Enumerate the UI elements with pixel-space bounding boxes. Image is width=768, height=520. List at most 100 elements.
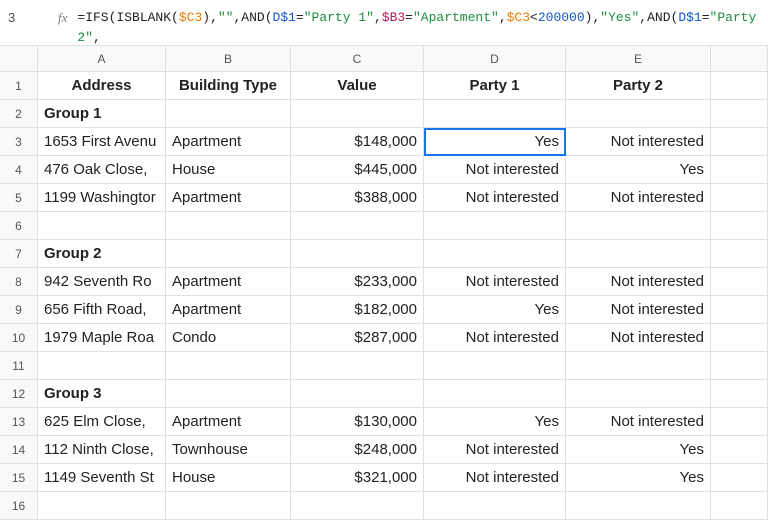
group-label[interactable]: Group 1 bbox=[38, 100, 166, 128]
cell-empty[interactable] bbox=[424, 240, 566, 268]
row-header[interactable]: 2 bbox=[0, 100, 38, 128]
row-header[interactable]: 15 bbox=[0, 464, 38, 492]
cell-empty[interactable] bbox=[711, 324, 768, 352]
cell-party-1[interactable]: Not interested bbox=[424, 464, 566, 492]
cell-building-type[interactable]: Apartment bbox=[166, 128, 291, 156]
row-header[interactable]: 3 bbox=[0, 128, 38, 156]
cell-address[interactable]: 1979 Maple Roa bbox=[38, 324, 166, 352]
cell-address[interactable]: 1199 Washingtor bbox=[38, 184, 166, 212]
cell-address[interactable]: 625 Elm Close, bbox=[38, 408, 166, 436]
cell-empty[interactable] bbox=[38, 352, 166, 380]
cell-party-1[interactable]: Not interested bbox=[424, 268, 566, 296]
row-header[interactable]: 10 bbox=[0, 324, 38, 352]
cell-party-2[interactable]: Not interested bbox=[566, 128, 711, 156]
row-header[interactable]: 14 bbox=[0, 436, 38, 464]
cell-address[interactable]: 1149 Seventh St bbox=[38, 464, 166, 492]
header-building-type[interactable]: Building Type bbox=[166, 72, 291, 100]
cell-party-2[interactable]: Not interested bbox=[566, 184, 711, 212]
cell-value[interactable]: $388,000 bbox=[291, 184, 424, 212]
cell-party-2[interactable]: Yes bbox=[566, 464, 711, 492]
cell-value[interactable]: $182,000 bbox=[291, 296, 424, 324]
cell-empty[interactable] bbox=[711, 72, 768, 100]
cell-empty[interactable] bbox=[291, 212, 424, 240]
name-box[interactable]: 3 bbox=[0, 6, 48, 29]
cell-empty[interactable] bbox=[566, 352, 711, 380]
cell-empty[interactable] bbox=[166, 212, 291, 240]
row-header[interactable]: 5 bbox=[0, 184, 38, 212]
row-header[interactable]: 8 bbox=[0, 268, 38, 296]
cell-party-1[interactable]: Not interested bbox=[424, 436, 566, 464]
cell-empty[interactable] bbox=[566, 100, 711, 128]
cell-empty[interactable] bbox=[711, 184, 768, 212]
cell-party-1[interactable]: Not interested bbox=[424, 156, 566, 184]
cell-party-2[interactable]: Not interested bbox=[566, 408, 711, 436]
header-party-2[interactable]: Party 2 bbox=[566, 72, 711, 100]
cell-empty[interactable] bbox=[711, 296, 768, 324]
cell-party-1[interactable]: Yes bbox=[424, 408, 566, 436]
cell-empty[interactable] bbox=[291, 240, 424, 268]
cell-empty[interactable] bbox=[711, 268, 768, 296]
row-header[interactable]: 1 bbox=[0, 72, 38, 100]
cell-empty[interactable] bbox=[566, 240, 711, 268]
select-all-corner[interactable] bbox=[0, 46, 38, 72]
cell-building-type[interactable]: Apartment bbox=[166, 268, 291, 296]
cell-empty[interactable] bbox=[711, 156, 768, 184]
cell-empty[interactable] bbox=[711, 100, 768, 128]
column-header[interactable]: C bbox=[291, 46, 424, 72]
spreadsheet-grid[interactable]: ABCDE1AddressBuilding TypeValueParty 1Pa… bbox=[0, 46, 768, 520]
cell-empty[interactable] bbox=[424, 380, 566, 408]
cell-empty[interactable] bbox=[166, 100, 291, 128]
cell-building-type[interactable]: House bbox=[166, 156, 291, 184]
cell-address[interactable]: 1653 First Avenu bbox=[38, 128, 166, 156]
cell-party-1[interactable]: Yes bbox=[424, 128, 566, 156]
cell-party-1[interactable]: Not interested bbox=[424, 324, 566, 352]
cell-empty[interactable] bbox=[566, 380, 711, 408]
cell-address[interactable]: 656 Fifth Road, bbox=[38, 296, 166, 324]
cell-empty[interactable] bbox=[291, 352, 424, 380]
cell-empty[interactable] bbox=[711, 464, 768, 492]
cell-empty[interactable] bbox=[711, 128, 768, 156]
cell-empty[interactable] bbox=[711, 352, 768, 380]
cell-empty[interactable] bbox=[291, 380, 424, 408]
row-header[interactable]: 6 bbox=[0, 212, 38, 240]
cell-empty[interactable] bbox=[711, 240, 768, 268]
cell-address[interactable]: 112 Ninth Close, bbox=[38, 436, 166, 464]
cell-building-type[interactable]: Apartment bbox=[166, 408, 291, 436]
row-header[interactable]: 9 bbox=[0, 296, 38, 324]
cell-party-2[interactable]: Not interested bbox=[566, 324, 711, 352]
header-address[interactable]: Address bbox=[38, 72, 166, 100]
cell-empty[interactable] bbox=[711, 212, 768, 240]
cell-empty[interactable] bbox=[711, 380, 768, 408]
cell-building-type[interactable]: Condo bbox=[166, 324, 291, 352]
cell-value[interactable]: $130,000 bbox=[291, 408, 424, 436]
cell-empty[interactable] bbox=[711, 408, 768, 436]
cell-party-1[interactable]: Not interested bbox=[424, 184, 566, 212]
cell-address[interactable]: 942 Seventh Ro bbox=[38, 268, 166, 296]
column-header[interactable]: E bbox=[566, 46, 711, 72]
cell-empty[interactable] bbox=[424, 212, 566, 240]
cell-building-type[interactable]: House bbox=[166, 464, 291, 492]
cell-address[interactable]: 476 Oak Close, bbox=[38, 156, 166, 184]
column-header[interactable] bbox=[711, 46, 768, 72]
cell-empty[interactable] bbox=[424, 100, 566, 128]
row-header[interactable]: 13 bbox=[0, 408, 38, 436]
cell-empty[interactable] bbox=[166, 380, 291, 408]
row-header[interactable]: 7 bbox=[0, 240, 38, 268]
row-header[interactable]: 4 bbox=[0, 156, 38, 184]
column-header[interactable]: D bbox=[424, 46, 566, 72]
cell-empty[interactable] bbox=[166, 352, 291, 380]
column-header[interactable]: A bbox=[38, 46, 166, 72]
column-header[interactable]: B bbox=[166, 46, 291, 72]
cell-value[interactable]: $148,000 bbox=[291, 128, 424, 156]
cell-value[interactable]: $321,000 bbox=[291, 464, 424, 492]
cell-value[interactable]: $287,000 bbox=[291, 324, 424, 352]
cell-value[interactable]: $233,000 bbox=[291, 268, 424, 296]
cell-empty[interactable] bbox=[291, 100, 424, 128]
cell-empty[interactable] bbox=[166, 240, 291, 268]
row-header[interactable]: 11 bbox=[0, 352, 38, 380]
cell-value[interactable]: $445,000 bbox=[291, 156, 424, 184]
row-header[interactable]: 12 bbox=[0, 380, 38, 408]
header-party-1[interactable]: Party 1 bbox=[424, 72, 566, 100]
group-label[interactable]: Group 2 bbox=[38, 240, 166, 268]
cell-building-type[interactable]: Apartment bbox=[166, 184, 291, 212]
